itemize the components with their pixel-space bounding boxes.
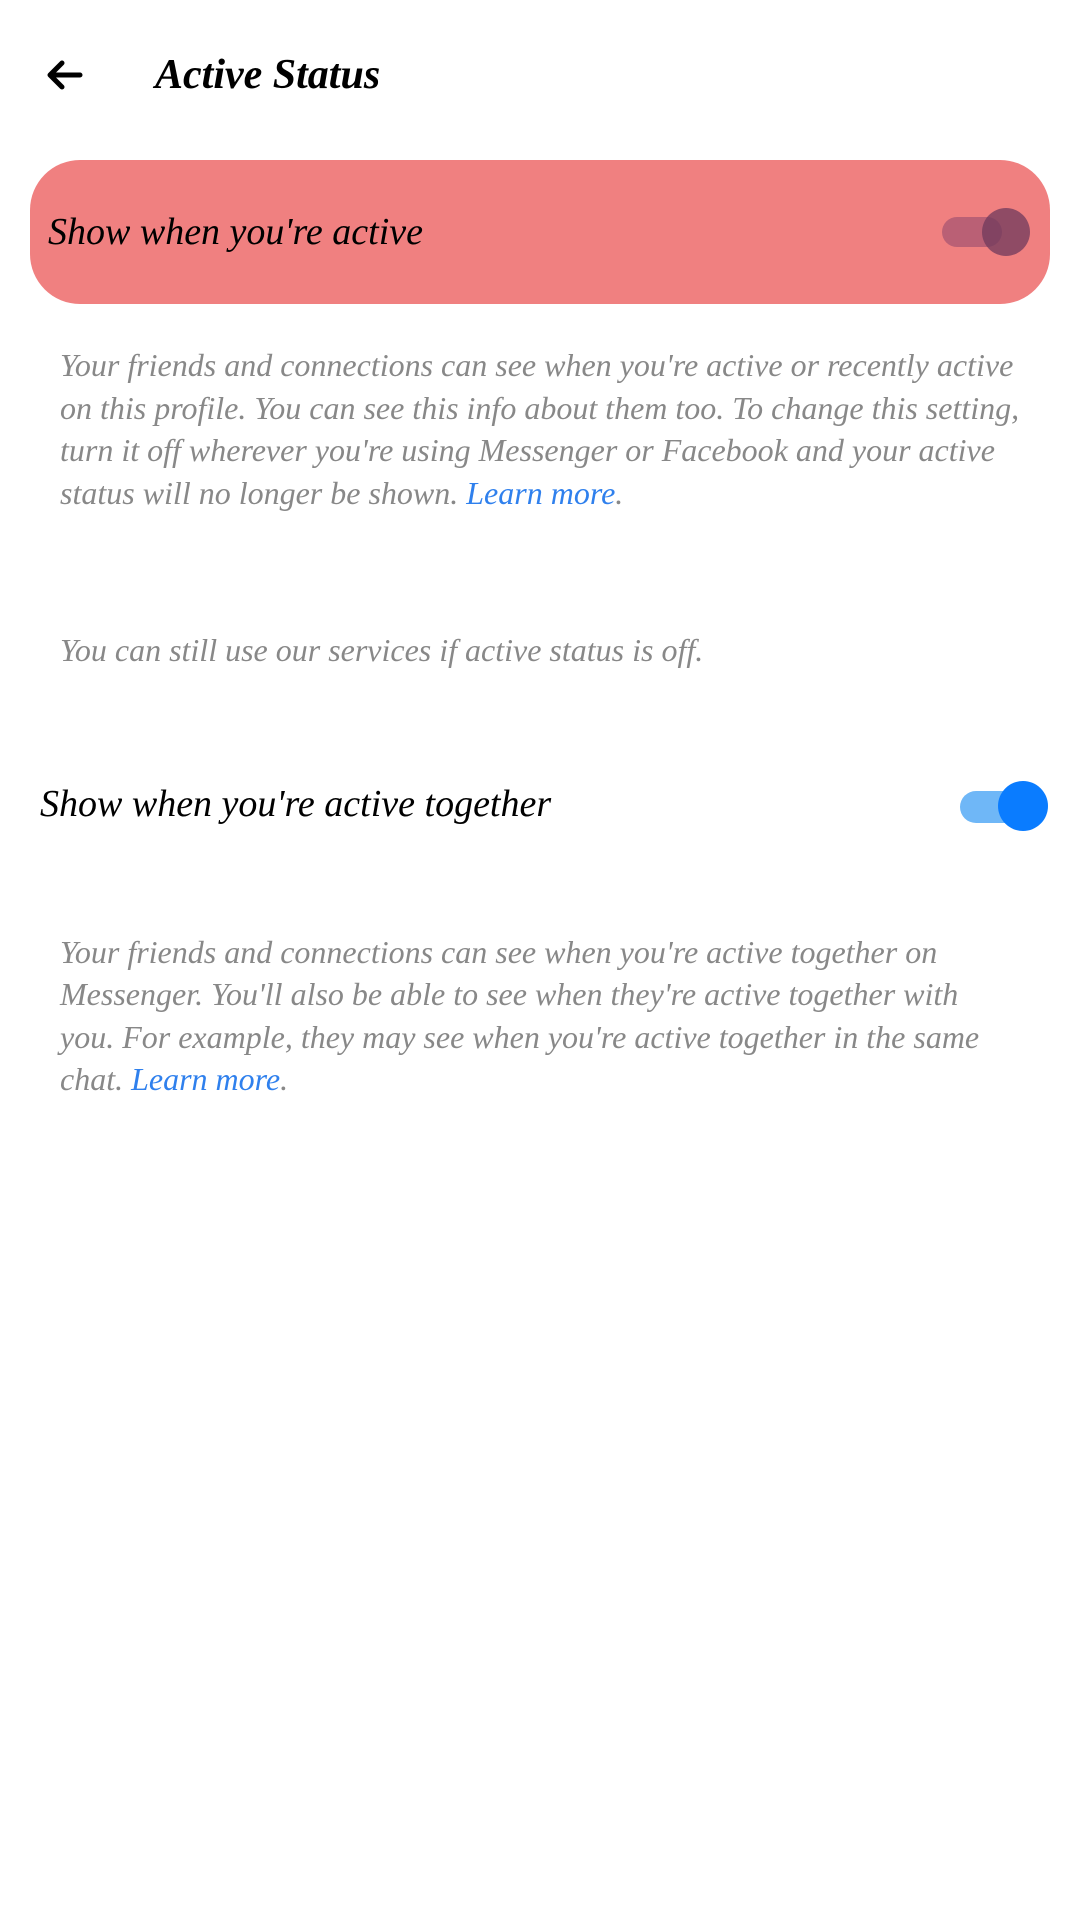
learn-more-link[interactable]: Learn more xyxy=(466,475,615,511)
active-together-label: Show when you're active together xyxy=(40,782,551,826)
active-together-toggle[interactable] xyxy=(960,786,1040,822)
page-title: Active Status xyxy=(155,51,380,99)
active-status-toggle[interactable] xyxy=(942,214,1022,250)
active-status-note: You can still use our services if active… xyxy=(0,514,1080,672)
header: Active Status xyxy=(0,0,1080,130)
active-status-label: Show when you're active xyxy=(48,210,423,254)
active-together-row: Show when you're active together xyxy=(40,782,1040,826)
back-arrow-icon[interactable] xyxy=(40,50,90,100)
dot: . xyxy=(280,1061,288,1097)
active-status-row: Show when you're active xyxy=(30,160,1050,304)
toggle-knob xyxy=(982,208,1030,256)
toggle-knob xyxy=(998,781,1048,831)
active-together-description: Your friends and connections can see whe… xyxy=(0,826,1080,1101)
dot: . xyxy=(615,475,623,511)
active-status-description: Your friends and connections can see whe… xyxy=(0,304,1080,514)
learn-more-link[interactable]: Learn more xyxy=(131,1061,280,1097)
